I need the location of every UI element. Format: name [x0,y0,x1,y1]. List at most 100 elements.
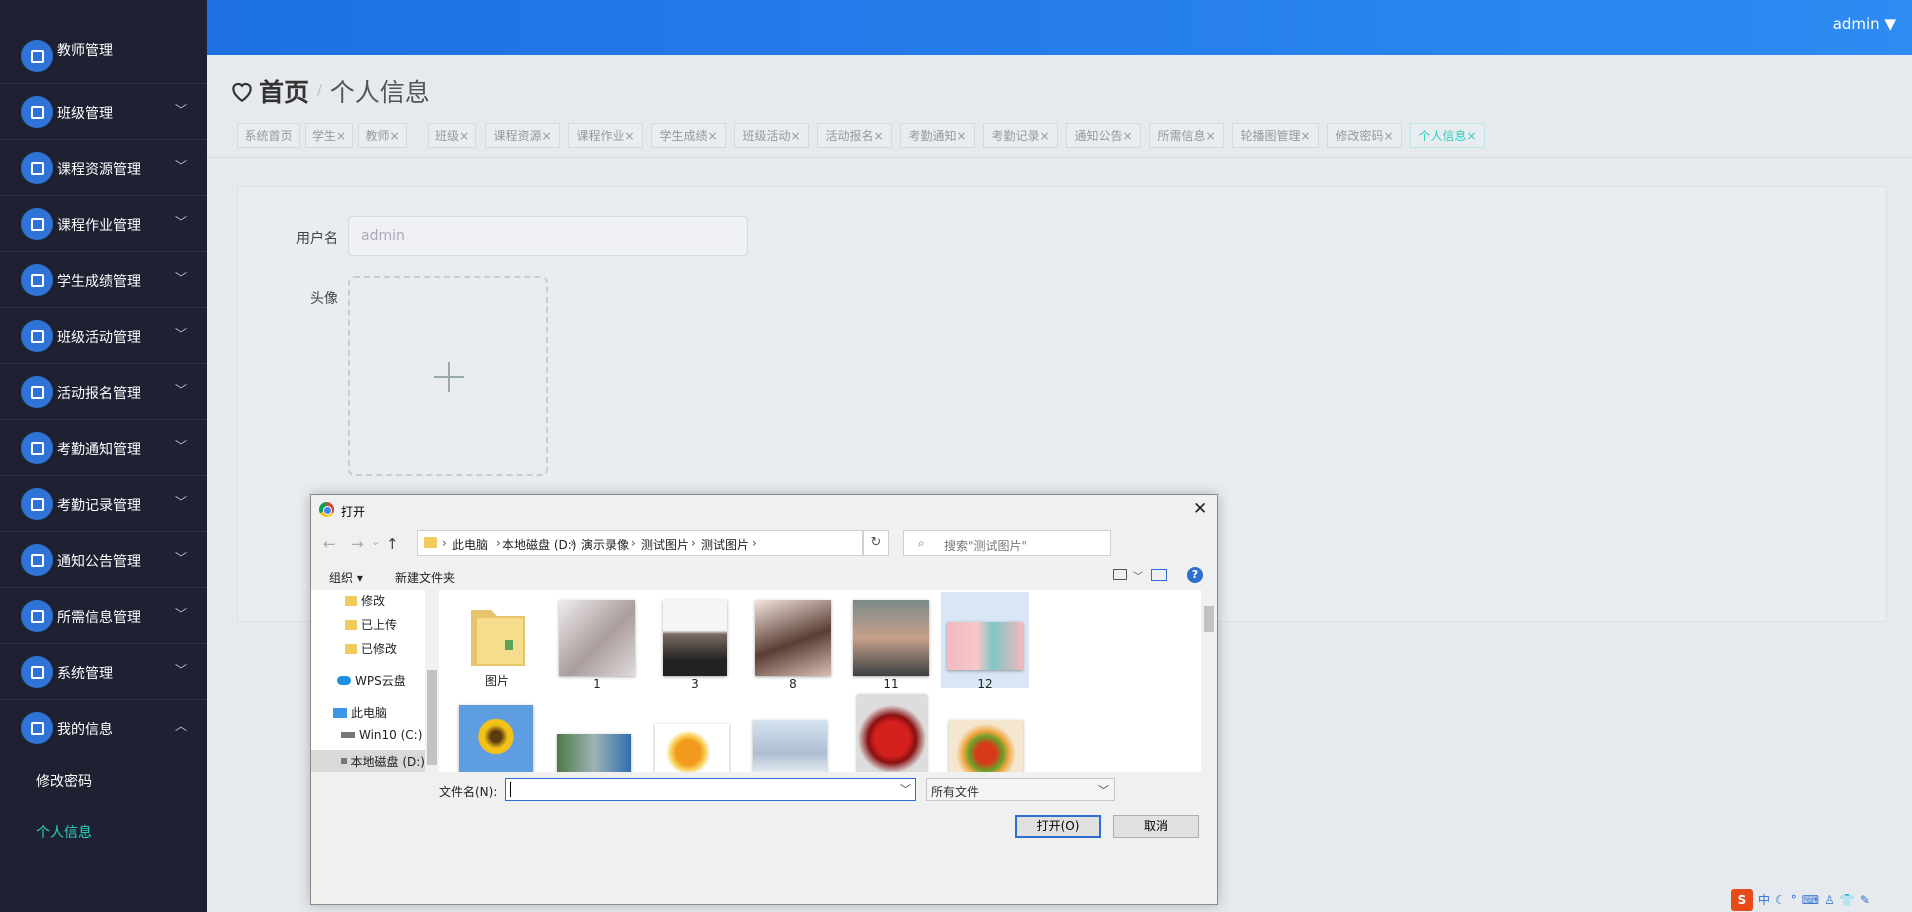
sogou-logo-icon[interactable]: S [1731,888,1753,911]
user-menu[interactable]: admin ▼ [1833,15,1896,33]
file-item-image[interactable]: 3 [651,592,739,691]
close-icon[interactable]: ✕ [1193,499,1207,519]
tag-teacher[interactable]: 教师× [358,123,407,148]
scrollbar-thumb[interactable] [427,670,437,765]
crumb-test-images[interactable]: 测试图片 [641,536,689,553]
scrollbar-thumb[interactable] [1204,606,1214,632]
snow-mountain-thumbnail[interactable] [753,720,827,772]
sidebar-item-system[interactable]: 系统管理 ﹀ [0,644,207,700]
search-input[interactable]: ⌕ 搜索"测试图片" [903,530,1111,556]
up-arrow-icon[interactable]: ↑ [386,535,399,553]
punctuation-icon[interactable]: ° [1791,893,1797,907]
open-button[interactable]: 打开(O) [1015,815,1101,838]
sidebar-item-label: 班级管理 [57,106,113,122]
sidebar-item-attendance-notice[interactable]: 考勤通知管理 ﹀ [0,420,207,476]
refresh-icon[interactable]: ↻ [863,530,889,556]
strawberry-thumbnail[interactable] [857,694,927,772]
tag-student-grades[interactable]: 学生成绩× [651,123,726,148]
tag-bar: 系统首页 学生× 教师× 班级× 课程资源× 课程作业× 学生成绩× 班级活动×… [207,123,1912,158]
keyboard-icon[interactable]: ⌨ [1802,893,1819,907]
file-item-image[interactable]: 8 [749,592,837,691]
user-icon[interactable]: ♙ [1824,893,1835,907]
sidebar-item-teacher[interactable]: 教师管理 [0,28,207,84]
filename-input[interactable]: ﹀ [505,778,916,801]
sidebar-item-announcement[interactable]: 通知公告管理 ﹀ [0,532,207,588]
chevron-down-icon: ﹀ [175,607,188,621]
sidebar-item-course-homework[interactable]: 课程作业管理 ﹀ [0,196,207,252]
sidebar-item-grades[interactable]: 学生成绩管理 ﹀ [0,252,207,308]
file-list-scrollbar[interactable] [1201,590,1217,772]
vegetables-thumbnail[interactable] [949,720,1023,772]
sidebar-sub-personal-info[interactable]: 个人信息 [36,822,92,842]
file-type-select[interactable]: 所有文件 ﹀ [926,778,1115,801]
username-input[interactable]: admin [348,216,748,256]
avatar-label: 头像 [310,291,338,307]
crumb-demo-recording[interactable]: 演示录像 [581,536,629,553]
cancel-button[interactable]: 取消 [1113,815,1199,838]
scenery-thumbnail[interactable] [557,734,631,772]
forward-arrow-icon[interactable]: → [351,535,364,553]
chevron-down-icon: ﹀ [1098,784,1109,797]
sidebar-sub-change-password[interactable]: 修改密码 [36,771,92,791]
tree-item-drive-c[interactable]: Win10 (C:) [341,728,422,742]
tree-item-wps-cloud[interactable]: WPS云盘 [337,672,406,689]
tag-class[interactable]: 班级× [428,123,476,148]
sidebar-item-required-info[interactable]: 所需信息管理 ﹀ [0,588,207,644]
tree-item-drive-d[interactable]: 本地磁盘 (D:) [311,750,425,772]
file-item-folder[interactable]: 图片 [453,592,541,688]
tree-scrollbar[interactable] [425,590,439,772]
crumb-this-pc[interactable]: 此电脑 [452,536,488,553]
organize-button[interactable]: 组织 ▾ [329,569,363,586]
breadcrumb-home[interactable]: 首页 [259,73,309,109]
sidebar-item-class-activity[interactable]: 班级活动管理 ﹀ [0,308,207,364]
skin-icon[interactable]: 👕 [1840,893,1855,907]
tag-personal-info[interactable]: 个人信息× [1410,123,1485,148]
preview-pane-icon[interactable] [1151,569,1167,581]
chevron-down-icon: ﹀ [175,383,188,397]
file-label: 8 [789,677,797,691]
tree-item-modified[interactable]: 已修改 [345,640,397,657]
file-item-image-selected[interactable]: 12 [941,592,1029,691]
ime-chinese-mode[interactable]: 中 [1758,891,1770,908]
mango-thumbnail[interactable] [655,724,729,772]
tag-attendance-notice[interactable]: 考勤通知× [900,123,975,148]
tag-course-resource[interactable]: 课程资源× [485,123,560,148]
sidebar-item-attendance-record[interactable]: 考勤记录管理 ﹀ [0,476,207,532]
sidebar-item-activity-signup[interactable]: 活动报名管理 ﹀ [0,364,207,420]
crumb-drive-d[interactable]: 本地磁盘 (D:) [502,536,576,553]
file-item-image[interactable]: 1 [553,592,641,691]
tag-attendance-record[interactable]: 考勤记录× [983,123,1058,148]
tag-activity-signup[interactable]: 活动报名× [817,123,892,148]
dialog-toolbar: 组织 ▾ 新建文件夹 ﹀ ? [311,562,1217,588]
plus-icon [434,362,464,392]
tag-class-activity[interactable]: 班级活动× [734,123,809,148]
tag-system-home[interactable]: 系统首页 [237,123,300,148]
new-folder-button[interactable]: 新建文件夹 [395,569,455,586]
file-item-image[interactable]: 11 [847,592,935,691]
moon-icon[interactable]: ☾ [1775,893,1786,907]
chevron-down-icon[interactable]: ﹀ [900,781,911,797]
address-bar[interactable]: › 此电脑 › 本地磁盘 (D:) › 演示录像 › 测试图片 › 测试图片 ›… [417,530,940,556]
tag-student[interactable]: 学生× [305,123,353,148]
avatar-upload[interactable] [348,276,548,476]
tools-icon[interactable]: ✎ [1860,893,1870,907]
back-arrow-icon[interactable]: ← [323,535,336,553]
tag-required-info[interactable]: 所需信息× [1149,123,1224,148]
tag-carousel[interactable]: 轮播图管理× [1232,123,1319,148]
crumb-separator: › [442,536,447,550]
view-mode-icon[interactable] [1113,569,1127,580]
tag-change-password[interactable]: 修改密码× [1327,123,1402,148]
tag-course-homework[interactable]: 课程作业× [568,123,643,148]
sunflower-thumbnail[interactable] [459,705,533,772]
tree-item-this-pc[interactable]: 此电脑 [333,704,387,721]
tree-item-modify[interactable]: 修改 [345,592,385,609]
tree-item-uploaded[interactable]: 已上传 [345,616,397,633]
view-mode-dropdown-icon[interactable]: ﹀ [1133,568,1143,583]
recent-locations-icon[interactable]: ⌄ [371,535,380,548]
help-icon[interactable]: ? [1187,567,1203,583]
sidebar-item-my-info[interactable]: 我的信息 ︿ [0,700,207,756]
tag-announcement[interactable]: 通知公告× [1066,123,1141,148]
crumb-test-images-sub[interactable]: 测试图片 [701,536,749,553]
sidebar-item-course-resource[interactable]: 课程资源管理 ﹀ [0,140,207,196]
sidebar-item-class[interactable]: 班级管理 ﹀ [0,84,207,140]
